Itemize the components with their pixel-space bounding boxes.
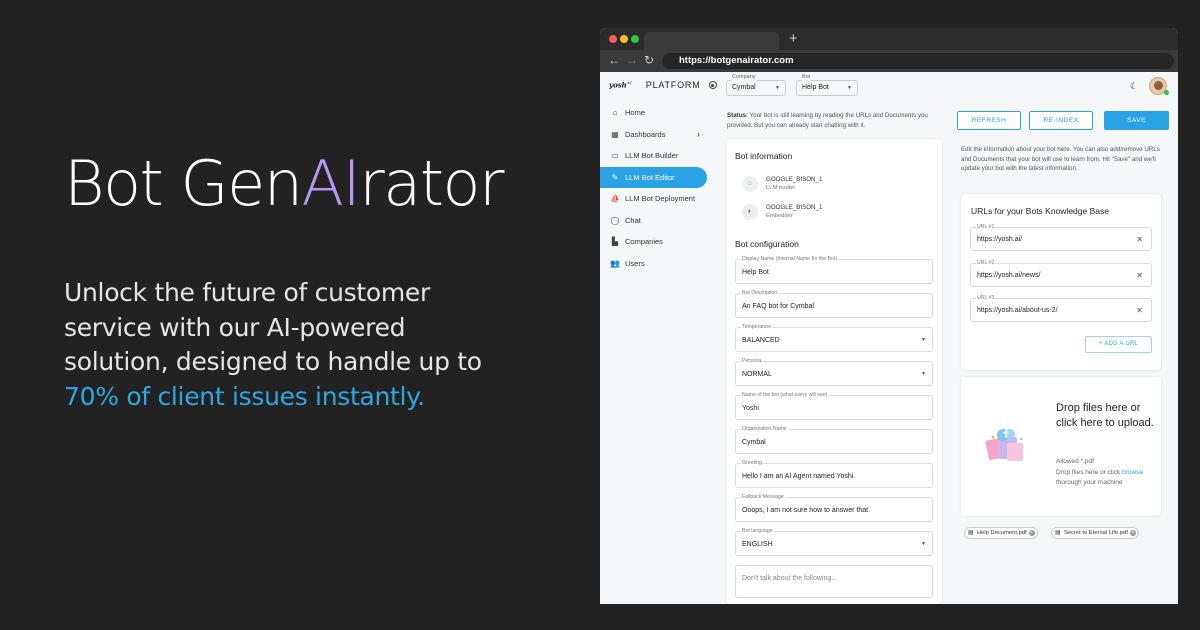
browser-tab-bar: + (600, 28, 1178, 50)
dark-mode-icon[interactable]: ☾ (1130, 81, 1138, 92)
bot-information-title: Bot information (735, 151, 793, 161)
bot-select[interactable]: Bot Help Bot ▼ (796, 74, 858, 96)
file-dropzone[interactable]: Drop files here or click here to upload.… (961, 377, 1161, 516)
topbar: Company Cymbal ▼ Bot Help Bot ▼ ☾ (712, 72, 1178, 104)
browser-address-bar: ← → ↻ https://botgenairator.com (600, 50, 1178, 72)
sidebar-item-users[interactable]: 👥 Users (600, 253, 712, 275)
document-icon: ▤ (968, 530, 974, 536)
minimize-window-dot[interactable] (620, 35, 628, 43)
temperature-select[interactable]: Temperature BALANCED ▼ (735, 324, 933, 352)
users-icon: 👥 (610, 258, 620, 268)
editor-icon: ✎ (611, 172, 619, 182)
llm-model-item: ◌ GOOGLE_BISON_1 LLM model (742, 176, 822, 192)
sidebar-item-companies[interactable]: ▙ Companies (600, 231, 712, 253)
platform-label: PLATFORM (645, 80, 701, 90)
dropdown-arrow-icon: ▼ (921, 371, 926, 377)
chat-icon: ◯ (610, 215, 620, 225)
url-field-1[interactable]: URL #1 https://yosh.ai/✕ (970, 224, 1152, 252)
sidebar-item-llm-bot-builder[interactable]: ▭ LLM Bot Builder (600, 145, 712, 167)
browser-window: + ← → ↻ https://botgenairator.com yoshAI… (600, 28, 1178, 604)
remove-url-icon[interactable]: ✕ (1136, 228, 1143, 252)
chat-bubble-icon: ◌ (742, 176, 758, 192)
sidebar-item-dashboards[interactable]: ▦ Dashboards › (600, 124, 712, 146)
logo[interactable]: yoshAI (609, 80, 632, 89)
hero-title: Bot GenAIrator (64, 147, 504, 220)
sidebar-item-llm-bot-editor[interactable]: ✎ LLM Bot Editor (600, 166, 707, 188)
forward-arrow-icon[interactable]: → (626, 53, 638, 67)
sidebar-item-llm-bot-deployment[interactable]: ⛵ LLM Bot Deployment (600, 188, 712, 210)
add-url-button[interactable]: + ADD A URL (1085, 336, 1152, 353)
browser-tab[interactable] (644, 32, 779, 50)
companies-icon: ▙ (611, 237, 619, 247)
dropzone-hint: Allowed *.pdf Drop files here or click b… (1056, 458, 1144, 486)
bot-language-select[interactable]: Bot language ENGLISH ▼ (735, 528, 933, 556)
sidebar: yoshAI PLATFORM ⌂ Home ▦ Dashboards › ▭ LLM … (600, 72, 717, 604)
remove-url-icon[interactable]: ✕ (1136, 299, 1143, 323)
remove-file-icon[interactable]: × (1028, 530, 1035, 536)
bot-configuration-title: Bot configuration (735, 239, 799, 249)
urls-title: URLs for your Bots Knowledge Base (971, 206, 1109, 216)
refresh-button[interactable]: REFRESH (957, 111, 1021, 130)
new-tab-icon[interactable]: + (789, 31, 798, 47)
dashboard-icon: ▦ (611, 129, 619, 139)
online-status-dot (1164, 90, 1169, 95)
sidebar-item-chat[interactable]: ◯ Chat (600, 210, 712, 232)
restricted-topics-textarea[interactable]: Don't talk about the following... (735, 565, 933, 598)
hero-title-ai: AI (301, 147, 361, 220)
display-name-field[interactable]: Display Name (Internal Name for the Bot)… (735, 256, 933, 284)
file-chip[interactable]: ▤ Help Document.pdf × (964, 527, 1038, 539)
brand: yoshAI PLATFORM (609, 80, 717, 90)
dropdown-arrow-icon: ▼ (775, 85, 780, 91)
editor-instructions: Edit the information about your bot here… (961, 146, 1160, 172)
hero-highlight: 70% of client issues instantly. (64, 381, 425, 411)
back-arrow-icon[interactable]: ← (608, 53, 620, 67)
home-icon: ⌂ (612, 108, 618, 118)
url-field-2[interactable]: URL #2 https://yosh.ai/news/✕ (970, 260, 1152, 288)
remove-url-icon[interactable]: ✕ (1136, 264, 1143, 288)
organization-name-field[interactable]: Organization Name Cymbal (735, 426, 933, 454)
hero: Bot GenAIrator (64, 148, 564, 219)
status-text: Status: Your bot is still learning by re… (727, 112, 928, 129)
company-select[interactable]: Company Cymbal ▼ (726, 74, 786, 96)
bot-config-card: Bot information ◌ GOOGLE_BISON_1 LLM mode… (726, 139, 942, 604)
deployment-icon: ⛵ (610, 194, 620, 204)
persona-select[interactable]: Persona NORMAL ▼ (735, 358, 933, 386)
hero-description: Unlock the future of customer service wi… (64, 278, 482, 411)
embedder-item: ◐ GOOGLE_BISON_1 Embedder (742, 204, 822, 220)
dropzone-title: Drop files here or click here to upload. (1056, 402, 1154, 429)
builder-icon: ▭ (611, 151, 619, 161)
close-window-dot[interactable] (609, 35, 617, 43)
file-chip[interactable]: ▤ Secret to Eternal Life.pdf × (1051, 527, 1139, 539)
urls-card: URLs for your Bots Knowledge Base URL #1… (961, 194, 1161, 370)
maximize-window-dot[interactable] (631, 35, 639, 43)
browse-link[interactable]: browse (1122, 469, 1143, 476)
reload-icon[interactable]: ↻ (644, 53, 654, 67)
document-icon: ▤ (1055, 530, 1061, 536)
sidebar-item-home[interactable]: ⌂ Home (600, 102, 712, 124)
fallback-message-field[interactable]: Fallback Message Ooops, I am not sure how… (735, 494, 933, 522)
save-button[interactable]: SAVE (1104, 111, 1169, 130)
dropdown-arrow-icon: ▼ (921, 337, 926, 343)
embedder-icon: ◐ (742, 204, 758, 220)
dropdown-arrow-icon: ▼ (847, 85, 852, 91)
bot-description-field[interactable]: Bot Description An FAQ bot for Cymbal (735, 290, 933, 318)
url-input[interactable]: https://botgenairator.com (662, 53, 1174, 69)
reindex-button[interactable]: RE-INDEX (1029, 111, 1093, 130)
sidebar-menu: ⌂ Home ▦ Dashboards › ▭ LLM Bot Builder ✎ LLM… (600, 102, 712, 274)
remove-file-icon[interactable]: × (1129, 530, 1136, 536)
greeting-field[interactable]: Greeting Hello I am an AI Agent named Yos… (735, 460, 933, 488)
app-root: yoshAI PLATFORM ⌂ Home ▦ Dashboards › ▭ LLM … (600, 72, 1178, 604)
dropdown-arrow-icon: ▼ (921, 541, 926, 547)
upload-illustration-icon (985, 429, 1023, 461)
bot-name-field[interactable]: Name of the bot (what users will see) Yos… (735, 392, 933, 420)
chevron-right-icon: › (697, 129, 700, 140)
url-field-3[interactable]: URL #3 https://yosh.ai/about-us-2/✕ (970, 295, 1152, 323)
